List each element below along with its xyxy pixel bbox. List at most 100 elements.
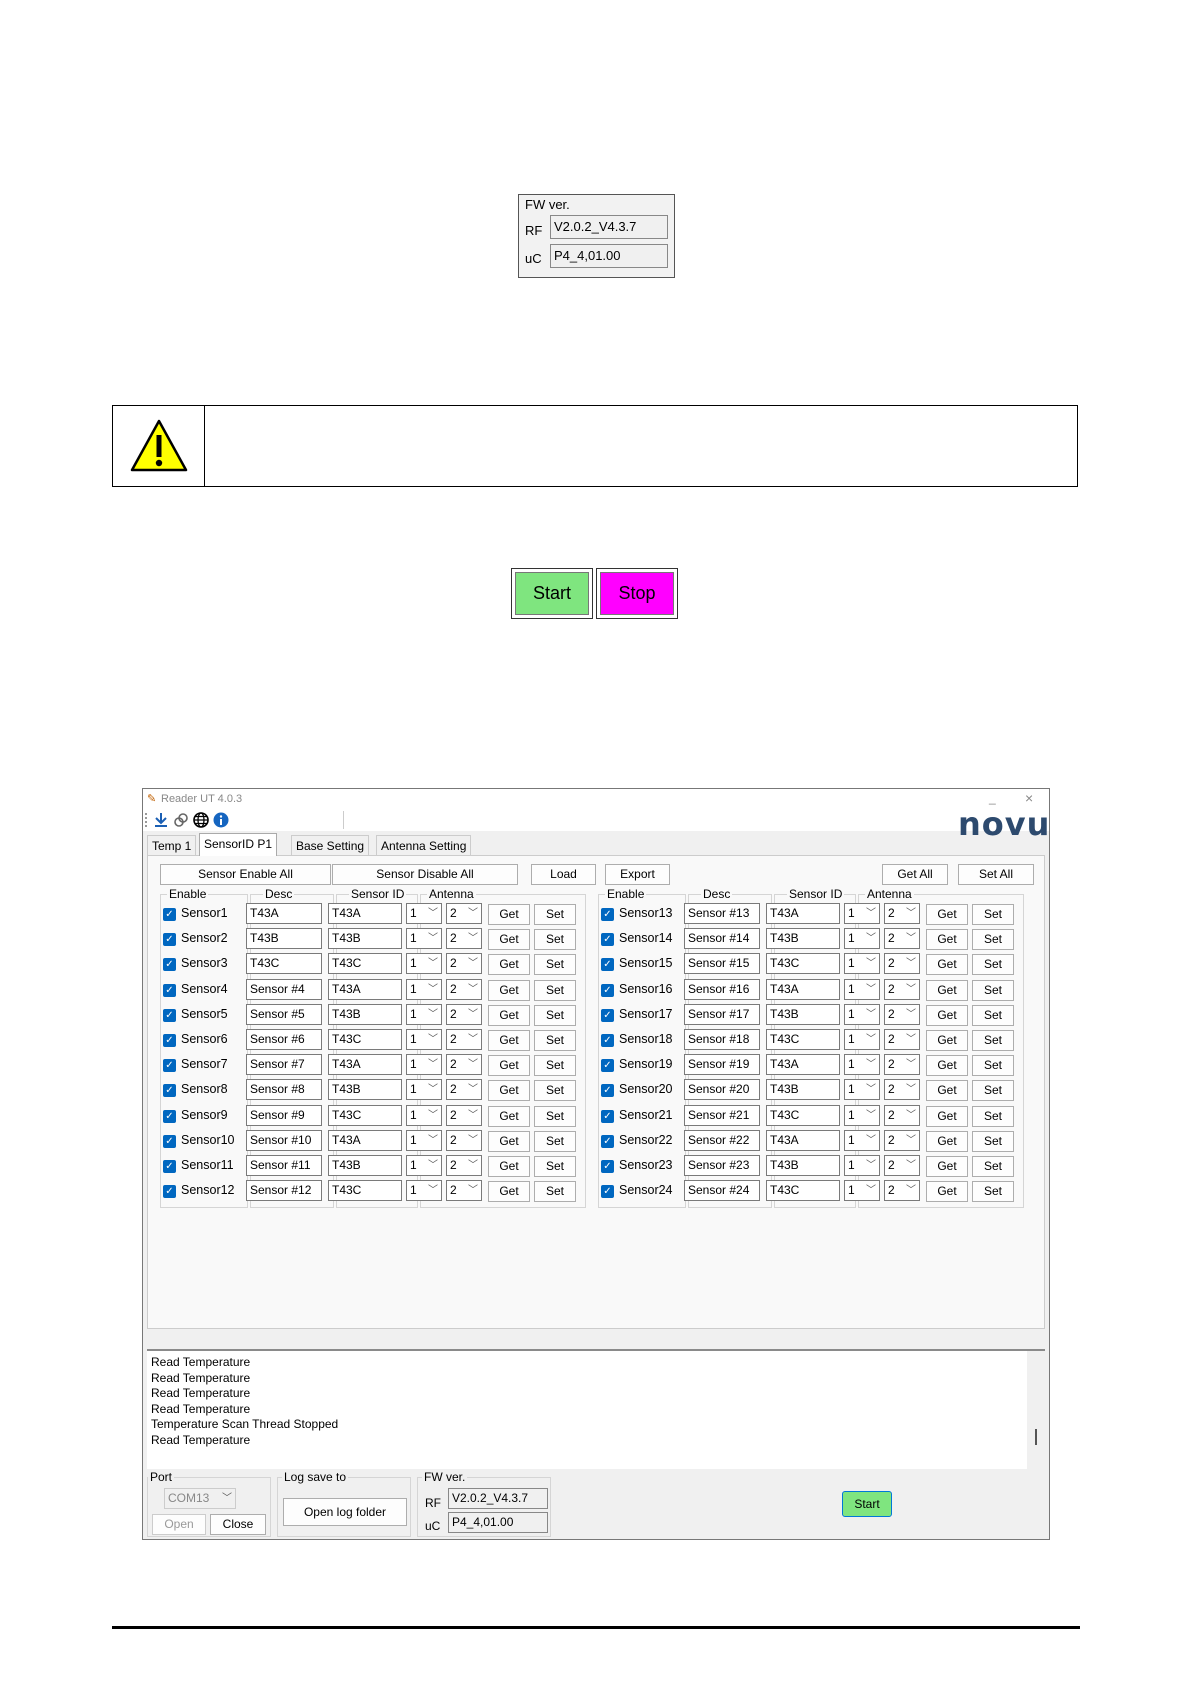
sensor-desc-input[interactable]: T43C — [246, 953, 322, 975]
antenna-2-select[interactable]: 2 ﹀ — [446, 1129, 482, 1151]
sensor-desc-input[interactable]: Sensor #10 — [246, 1129, 322, 1151]
sensor-id-input[interactable]: T43B — [328, 1155, 402, 1176]
antenna-1-select[interactable]: 1 ﹀ — [406, 1079, 442, 1101]
minimize-button[interactable]: _ — [989, 791, 996, 805]
sensor-desc-input[interactable]: Sensor #11 — [246, 1155, 322, 1176]
sensor-desc-input[interactable]: Sensor #17 — [684, 1003, 760, 1025]
antenna-1-select[interactable]: 1 ﹀ — [406, 1155, 442, 1176]
antenna-2-select[interactable]: 2 ﹀ — [446, 1029, 482, 1050]
antenna-2-select[interactable]: 2 ﹀ — [446, 1104, 482, 1126]
start-button-large[interactable]: Start — [511, 568, 593, 619]
antenna-2-select[interactable]: 2 ﹀ — [446, 903, 482, 924]
sensor-get-button[interactable]: Get — [926, 954, 968, 976]
sensor-enable-checkbox[interactable]: ✓ — [601, 933, 614, 947]
sensor-desc-input[interactable]: Sensor #13 — [684, 903, 760, 924]
sensor-set-button[interactable]: Set — [534, 1030, 576, 1051]
sensor-desc-input[interactable]: Sensor #9 — [246, 1104, 322, 1126]
stop-button-large[interactable]: Stop — [596, 568, 678, 619]
antenna-2-select[interactable]: 2 ﹀ — [884, 928, 920, 950]
antenna-1-select[interactable]: 1 ﹀ — [406, 1029, 442, 1050]
tab-base-setting[interactable]: Base Setting — [291, 835, 370, 855]
sensor-get-button[interactable]: Get — [488, 1156, 530, 1177]
sensor-enable-checkbox[interactable]: ✓ — [163, 1185, 176, 1199]
sensor-set-button[interactable]: Set — [972, 1080, 1014, 1102]
antenna-2-select[interactable]: 2 ﹀ — [884, 1155, 920, 1176]
info-icon[interactable] — [213, 812, 229, 828]
sensor-get-button[interactable]: Get — [488, 904, 530, 925]
sensor-id-input[interactable]: T43C — [766, 1180, 840, 1202]
sensor-get-button[interactable]: Get — [488, 1030, 530, 1051]
sensor-enable-checkbox[interactable]: ✓ — [163, 1160, 176, 1173]
sensor-id-input[interactable]: T43C — [766, 953, 840, 975]
load-button[interactable]: Load — [531, 864, 596, 885]
sensor-desc-input[interactable]: Sensor #15 — [684, 953, 760, 975]
sensor-id-input[interactable]: T43C — [766, 1104, 840, 1126]
sensor-id-input[interactable]: T43B — [766, 1003, 840, 1025]
sensor-desc-input[interactable]: T43A — [246, 903, 322, 924]
antenna-1-select[interactable]: 1 ﹀ — [844, 1079, 880, 1101]
sensor-id-input[interactable]: T43A — [328, 903, 402, 924]
sensor-set-button[interactable]: Set — [972, 1004, 1014, 1026]
sensor-desc-input[interactable]: Sensor #21 — [684, 1104, 760, 1126]
sensor-id-input[interactable]: T43A — [328, 978, 402, 1000]
close-button[interactable]: × — [1025, 790, 1033, 806]
sensor-enable-checkbox[interactable]: ✓ — [601, 1185, 614, 1199]
sensor-get-button[interactable]: Get — [926, 929, 968, 951]
sensor-enable-checkbox[interactable]: ✓ — [163, 983, 176, 997]
globe-icon[interactable] — [193, 812, 209, 828]
sensor-id-input[interactable]: T43B — [766, 928, 840, 950]
antenna-1-select[interactable]: 1 ﹀ — [844, 1180, 880, 1202]
open-port-button[interactable]: Open — [152, 1514, 206, 1535]
sensor-enable-checkbox[interactable]: ✓ — [163, 1109, 176, 1123]
antenna-2-select[interactable]: 2 ﹀ — [446, 953, 482, 975]
sensor-set-button[interactable]: Set — [534, 929, 576, 951]
sensor-set-button[interactable]: Set — [972, 929, 1014, 951]
antenna-2-select[interactable]: 2 ﹀ — [446, 1079, 482, 1101]
sensor-get-button[interactable]: Get — [488, 1105, 530, 1127]
log-scrollbar-thumb[interactable] — [1035, 1429, 1037, 1445]
antenna-1-select[interactable]: 1 ﹀ — [406, 903, 442, 924]
sensor-id-input[interactable]: T43C — [328, 1029, 402, 1050]
sensor-set-button[interactable]: Set — [972, 904, 1014, 925]
antenna-1-select[interactable]: 1 ﹀ — [844, 1029, 880, 1050]
sensor-id-input[interactable]: T43A — [766, 1054, 840, 1076]
sensor-desc-input[interactable]: Sensor #24 — [684, 1180, 760, 1202]
antenna-1-select[interactable]: 1 ﹀ — [844, 903, 880, 924]
sensor-desc-input[interactable]: Sensor #19 — [684, 1054, 760, 1076]
sensor-set-button[interactable]: Set — [972, 1156, 1014, 1177]
sensor-enable-checkbox[interactable]: ✓ — [163, 958, 176, 972]
sensor-set-button[interactable]: Set — [534, 1080, 576, 1102]
sensor-enable-checkbox[interactable]: ✓ — [601, 1034, 614, 1047]
sensor-enable-checkbox[interactable]: ✓ — [601, 1059, 614, 1073]
sensor-id-input[interactable]: T43C — [766, 1029, 840, 1050]
sensor-set-button[interactable]: Set — [534, 954, 576, 976]
antenna-1-select[interactable]: 1 ﹀ — [844, 1155, 880, 1176]
antenna-1-select[interactable]: 1 ﹀ — [406, 953, 442, 975]
sensor-get-button[interactable]: Get — [488, 1130, 530, 1152]
sensor-id-input[interactable]: T43A — [766, 1129, 840, 1151]
antenna-2-select[interactable]: 2 ﹀ — [446, 928, 482, 950]
start-button[interactable]: Start — [842, 1491, 892, 1517]
sensor-get-button[interactable]: Get — [926, 1080, 968, 1102]
antenna-2-select[interactable]: 2 ﹀ — [884, 953, 920, 975]
antenna-1-select[interactable]: 1 ﹀ — [406, 928, 442, 950]
antenna-1-select[interactable]: 1 ﹀ — [406, 1129, 442, 1151]
sensor-desc-input[interactable]: Sensor #22 — [684, 1129, 760, 1151]
sensor-set-button[interactable]: Set — [972, 1130, 1014, 1152]
antenna-1-select[interactable]: 1 ﹀ — [406, 978, 442, 1000]
sensor-id-input[interactable]: T43C — [328, 1104, 402, 1126]
sensor-desc-input[interactable]: Sensor #8 — [246, 1079, 322, 1101]
sensor-get-button[interactable]: Get — [488, 1004, 530, 1026]
sensor-set-button[interactable]: Set — [534, 904, 576, 925]
sensor-set-button[interactable]: Set — [972, 1030, 1014, 1051]
sensor-disable-all-button[interactable]: Sensor Disable All — [332, 864, 518, 885]
antenna-2-select[interactable]: 2 ﹀ — [446, 1054, 482, 1076]
sensor-enable-checkbox[interactable]: ✓ — [601, 958, 614, 972]
link-icon[interactable] — [173, 812, 189, 828]
sensor-id-input[interactable]: T43C — [328, 1180, 402, 1202]
sensor-set-button[interactable]: Set — [534, 1055, 576, 1077]
sensor-desc-input[interactable]: Sensor #18 — [684, 1029, 760, 1050]
sensor-id-input[interactable]: T43B — [328, 928, 402, 950]
sensor-set-button[interactable]: Set — [972, 954, 1014, 976]
antenna-1-select[interactable]: 1 ﹀ — [844, 978, 880, 1000]
